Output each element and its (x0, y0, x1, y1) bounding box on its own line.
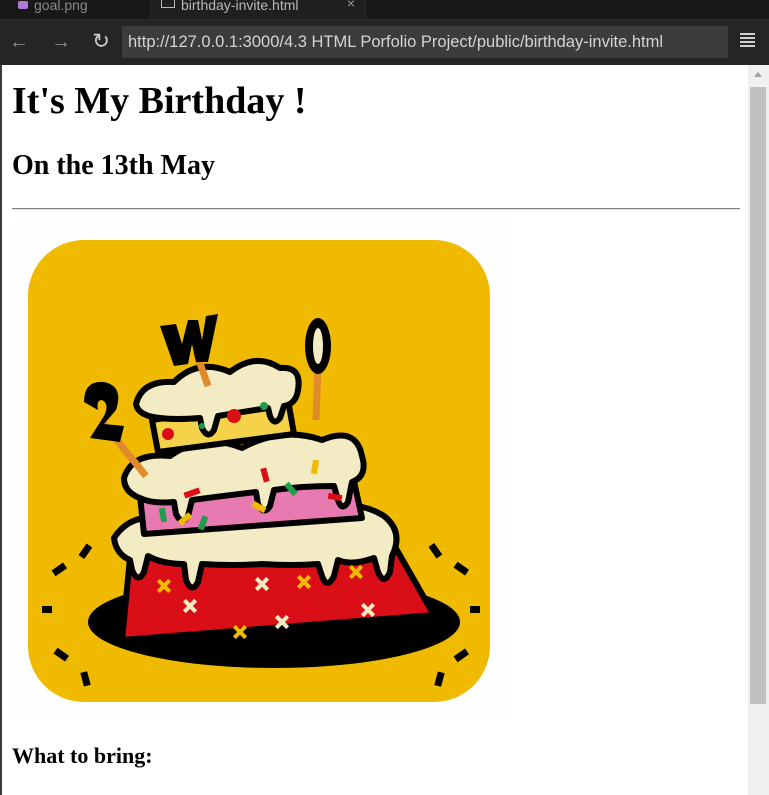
browser-toolbar: ← → ↻ http://127.0.0.1:3000/4.3 HTML Por… (0, 19, 769, 65)
scroll-up-arrow-icon[interactable] (754, 72, 762, 77)
horizontal-rule (12, 208, 740, 210)
tab-label: birthday-invite.html (181, 0, 299, 13)
tab-bar: goal.png birthday-invite.html × (0, 0, 769, 19)
tab-birthday-invite[interactable]: birthday-invite.html × (150, 0, 366, 19)
forward-arrow-icon[interactable]: → (50, 31, 72, 53)
page-subtitle: On the 13th May (12, 150, 215, 181)
reload-icon[interactable]: ↻ (90, 31, 112, 53)
tab-label: goal.png (34, 0, 88, 13)
page-icon (161, 0, 175, 8)
page-viewport: It's My Birthday ! On the 13th May What … (0, 65, 748, 795)
page-title: It's My Birthday ! (12, 80, 307, 122)
close-icon[interactable]: × (347, 0, 355, 10)
back-arrow-icon[interactable]: ← (8, 31, 30, 53)
section-heading-what-to-bring: What to bring: (12, 743, 153, 768)
tab-goal-png[interactable]: goal.png (8, 0, 148, 19)
birthday-cake-image (12, 220, 512, 720)
scrollbar-thumb[interactable] (750, 87, 766, 704)
image-icon (18, 1, 28, 9)
hamburger-menu-icon[interactable] (740, 33, 755, 47)
address-bar[interactable]: http://127.0.0.1:3000/4.3 HTML Porfolio … (122, 26, 728, 58)
vertical-scrollbar[interactable] (748, 65, 769, 795)
